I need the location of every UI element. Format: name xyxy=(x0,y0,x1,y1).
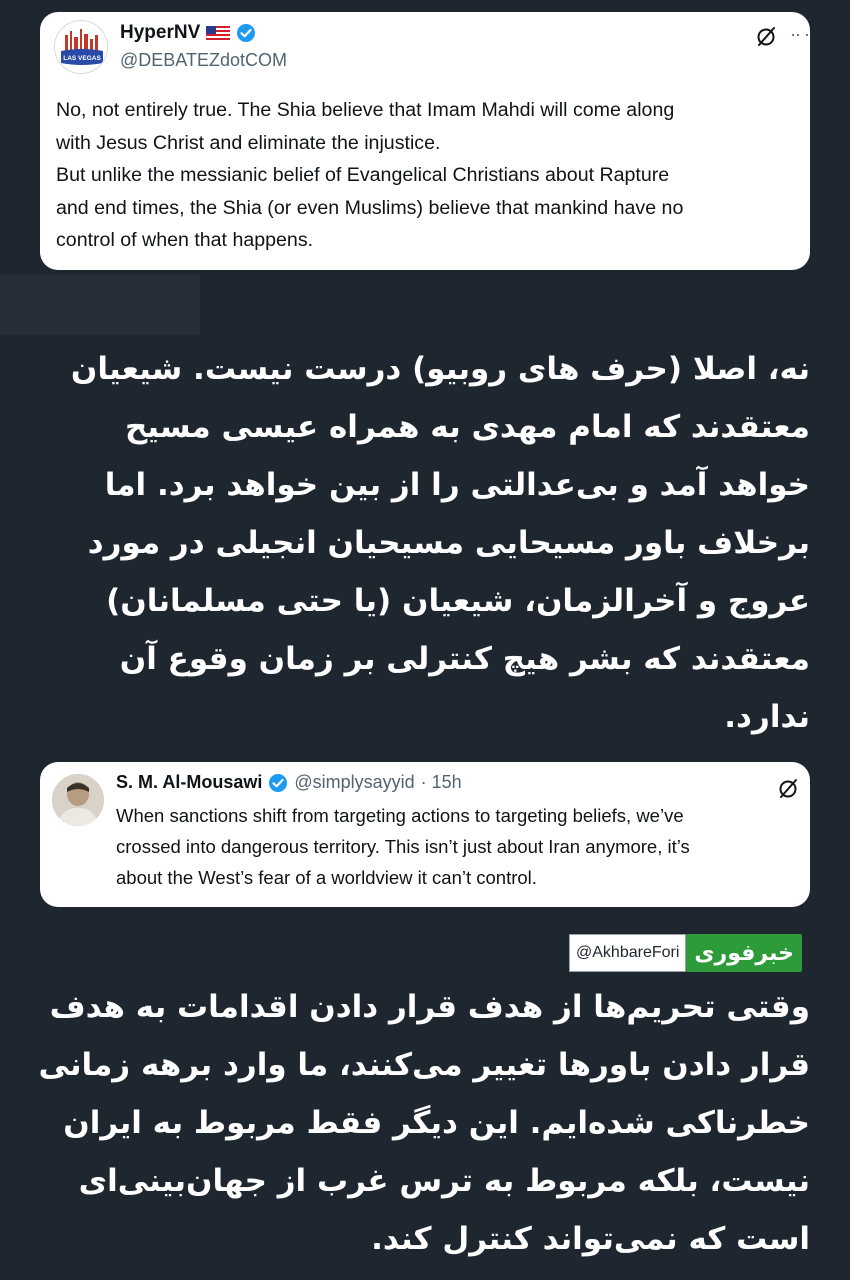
avatar-hypernv[interactable]: LAS VEGAS xyxy=(54,20,108,74)
author-name[interactable]: S. M. Al-Mousawi xyxy=(116,772,262,793)
translation-line: عروج و آخرالزمان، شیعیان (یا حتی مسلمانا… xyxy=(106,583,810,619)
background-artifact xyxy=(0,275,200,335)
tweet-text: When sanctions shift from targeting acti… xyxy=(116,800,806,893)
author-name[interactable]: HyperNV xyxy=(120,22,200,44)
quoted-tweet-card-1[interactable]: LAS VEGAS HyperNV @DEBATEZdotCOM ·· · No… xyxy=(40,12,810,270)
verified-badge-icon xyxy=(269,773,288,792)
svg-text:LAS VEGAS: LAS VEGAS xyxy=(63,55,101,62)
translation-line: نه، اصلا (حرف های روبیو) درست نیست. شیعی… xyxy=(70,351,810,387)
persian-translation-1: نه، اصلا (حرف های روبیو) درست نیست. شیعی… xyxy=(40,340,810,746)
translation-line: است که نمی‌تواند کنترل کند. xyxy=(371,1221,810,1257)
author-name-row: HyperNV xyxy=(120,22,256,44)
translation-line: ندارد. xyxy=(724,699,810,735)
watermark-handle: @AkhbareFori xyxy=(569,934,687,972)
tweet-text-line: control of when that happens. xyxy=(56,229,314,251)
translation-line: خواهد آمد و بی‌عدالتی را از بین خواهد بر… xyxy=(104,467,810,503)
tweet-text-line: No, not entirely true. The Shia believe … xyxy=(56,99,675,121)
translation-line: معتقدند که بشر هیچ کنترلی بر زمان وقوع آ… xyxy=(119,641,810,677)
quoted-tweet-card-2[interactable]: S. M. Al-Mousawi @simplysayyid · 15h Whe… xyxy=(40,762,810,907)
author-handle[interactable]: @simplysayyid xyxy=(294,772,414,793)
translation-line: خطرناکی شده‌ایم. این دیگر فقط مربوط به ا… xyxy=(63,1105,810,1141)
avatar-al-mousawi[interactable] xyxy=(52,774,104,826)
grok-icon[interactable] xyxy=(754,24,778,48)
tweet-text-line: with Jesus Christ and eliminate the inju… xyxy=(56,131,441,154)
verified-badge-icon xyxy=(237,24,256,42)
post-time[interactable]: · 15h xyxy=(421,772,462,793)
us-flag-icon xyxy=(206,26,231,40)
screenshot-root: { "tweet1": { "author_name": "HyperNV", … xyxy=(0,0,850,1280)
more-options-icon[interactable]: ·· · xyxy=(790,24,810,44)
tweet-text-line: When sanctions shift from targeting acti… xyxy=(116,805,684,826)
translation-line: نیست، بلکه مربوط به ترس غرب از جهان‌بینی… xyxy=(78,1163,810,1199)
tweet-text-line: about the West’s fear of a worldview it … xyxy=(116,867,537,888)
person-photo-icon xyxy=(52,774,104,826)
translation-line: وقتی تحریم‌ها از هدف قرار دادن اقدامات ب… xyxy=(49,989,810,1025)
las-vegas-logo-icon: LAS VEGAS xyxy=(55,21,107,73)
translation-line: معتقدند که امام مهدی به همراه عیسی مسیح xyxy=(124,409,810,445)
tweet-text: No, not entirely true. The Shia believe … xyxy=(56,94,806,257)
tweet-text-line: and end times, the Shia (or even Muslims… xyxy=(56,196,684,219)
author-row: S. M. Al-Mousawi @simplysayyid · 15h xyxy=(116,772,462,793)
grok-icon[interactable] xyxy=(776,776,800,800)
persian-translation-2: وقتی تحریم‌ها از هدف قرار دادن اقدامات ب… xyxy=(38,978,810,1268)
tweet-text-line: But unlike the messianic belief of Evang… xyxy=(56,164,670,186)
khabar-fori-logo: خبرفوری xyxy=(686,934,802,972)
channel-watermark: @AkhbareFori خبرفوری xyxy=(569,934,802,972)
translation-line: برخلاف باور مسیحایی مسیحیان انجیلی در مو… xyxy=(87,525,810,561)
translation-line: قرار دادن باورها تغییر می‌کنند، ما وارد … xyxy=(38,1047,810,1083)
tweet-text-line: crossed into dangerous territory. This i… xyxy=(116,836,690,857)
author-handle[interactable]: @DEBATEZdotCOM xyxy=(120,50,287,71)
